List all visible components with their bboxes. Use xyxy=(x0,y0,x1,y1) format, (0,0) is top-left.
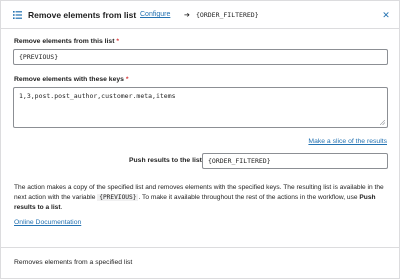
list-icon xyxy=(13,11,22,19)
divider xyxy=(1,247,399,248)
arrow-icon: ➔ xyxy=(184,12,190,19)
action-description: The action makes a copy of the specified… xyxy=(14,183,388,213)
required-mark: * xyxy=(125,76,129,83)
output-target-variable: {ORDER_FILTERED} xyxy=(196,11,259,19)
online-documentation-link[interactable]: Online Documentation xyxy=(14,219,81,226)
keys-field-label: Remove elements with these keys * xyxy=(14,76,128,83)
push-results-input[interactable]: {ORDER_FILTERED} xyxy=(202,153,388,169)
make-slice-link[interactable]: Make a slice of the results xyxy=(308,138,387,145)
description-code-variable: {PREVIOUS} xyxy=(97,194,139,201)
keys-textarea[interactable]: 1,3,post.post_author,customer.meta,items xyxy=(13,87,388,128)
configure-link[interactable]: Configure xyxy=(140,11,170,18)
description-text: . To make it available throughout the re… xyxy=(138,194,358,201)
list-field-label-text: Remove elements from this list xyxy=(14,38,115,45)
close-icon[interactable]: ✕ xyxy=(381,10,391,20)
footer-summary: Removes elements from a specified list xyxy=(14,259,133,266)
description-text: . xyxy=(60,204,63,211)
keys-textarea-value: 1,3,post.post_author,customer.meta,items xyxy=(19,92,176,100)
push-results-value: {ORDER_FILTERED} xyxy=(208,157,271,165)
action-panel: Remove elements from list Configure ➔ {O… xyxy=(0,0,400,279)
keys-field-label-text: Remove elements with these keys xyxy=(14,76,124,83)
required-mark: * xyxy=(116,38,120,45)
list-input[interactable]: {PREVIOUS} xyxy=(13,49,388,65)
push-results-label: Push results to the list xyxy=(129,157,202,164)
panel-header: Remove elements from list Configure ➔ {O… xyxy=(1,1,399,29)
list-input-value: {PREVIOUS} xyxy=(19,53,59,61)
action-title: Remove elements from list xyxy=(28,10,137,20)
list-field-label: Remove elements from this list * xyxy=(14,38,119,45)
resize-handle-icon[interactable] xyxy=(380,120,385,125)
